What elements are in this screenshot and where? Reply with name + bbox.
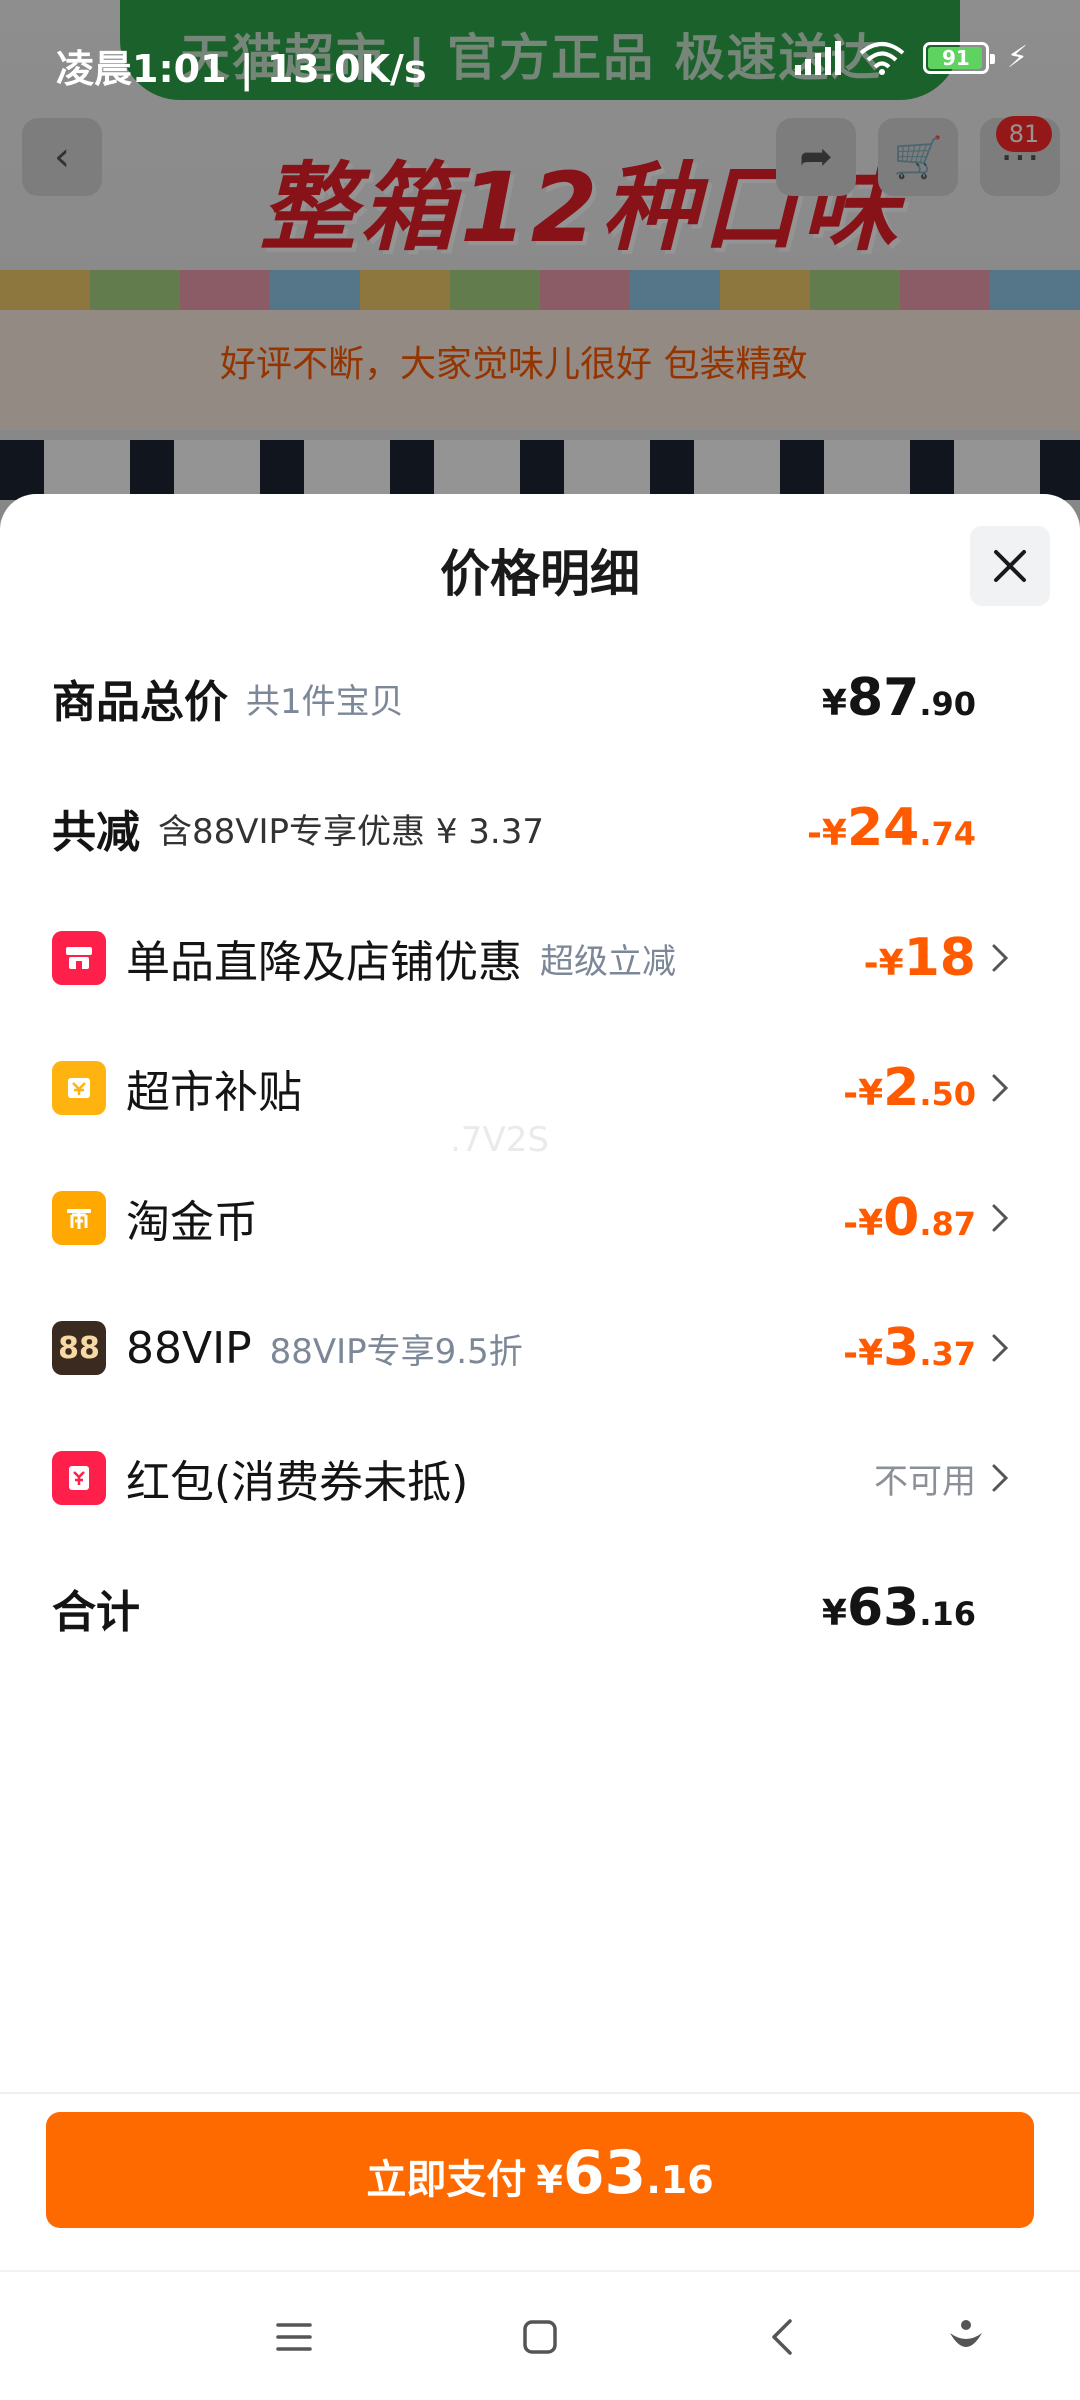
row-amount: -¥ 3.37 (843, 1318, 976, 1378)
row-sub: 88VIP专享9.5折 (269, 1331, 523, 1372)
row-label: 合计 (52, 1587, 140, 1638)
row-goods-total: 商品总价 共1件宝贝 ¥87.90 (52, 658, 1012, 738)
row-amount: ¥63.16 (822, 1578, 976, 1638)
amount-symbol: -¥ (863, 943, 904, 984)
chevron-right-icon (988, 1328, 1012, 1368)
status-bar: 凌晨1:01 | 13.0K/s 91 ⚡ (0, 0, 1080, 100)
row-label: 红包(消费券未抵) (126, 1457, 469, 1508)
shop-icon (52, 931, 106, 985)
row-shop-discount[interactable]: 单品直降及店铺优惠 超级立减 -¥ 18 (52, 918, 1012, 998)
amount-integer: 87 (846, 668, 920, 728)
watermark-text: .7V2S (450, 1120, 549, 1160)
amount-decimal: .74 (919, 815, 976, 853)
amount-symbol: -¥ (843, 1203, 884, 1244)
amount-integer: 24 (846, 798, 920, 858)
amount-symbol: ¥ (821, 1593, 847, 1634)
amount-integer: 18 (903, 928, 976, 988)
status-time: 凌晨1:01 | 13.0K/s (56, 47, 427, 91)
pay-amount-integer: 63 (562, 2138, 647, 2208)
charging-icon: ⚡ (1006, 40, 1028, 75)
home-icon[interactable] (500, 2302, 580, 2372)
subsidy-icon (52, 1061, 106, 1115)
row-label: 淘金币 (126, 1197, 258, 1248)
row-red-packet[interactable]: 红包(消费券未抵) 不可用 (52, 1438, 1012, 1518)
assistant-icon[interactable] (926, 2302, 1006, 2372)
row-grand-total: 合计 ¥63.16 (52, 1568, 1012, 1648)
row-sub: 含88VIP专享优惠 ¥ 3.37 (158, 811, 545, 852)
amount-integer: 0 (883, 1188, 920, 1248)
pay-amount-symbol: ¥ (536, 2158, 563, 2202)
amount-decimal: .87 (919, 1205, 976, 1243)
row-label: 88VIP (126, 1322, 252, 1374)
amount-decimal: .50 (919, 1075, 976, 1113)
pay-now-button[interactable]: 立即支付 ¥ 63 .16 (46, 2112, 1034, 2228)
close-icon (994, 550, 1026, 582)
system-nav-bar (0, 2270, 1080, 2400)
pay-amount-decimal: .16 (646, 2158, 714, 2202)
signal-icon (794, 40, 841, 75)
wifi-icon (859, 41, 905, 75)
row-status: 不可用 (874, 1461, 976, 1502)
amount-symbol: -¥ (843, 1073, 884, 1114)
close-button[interactable] (970, 526, 1050, 606)
chevron-right-icon (988, 1198, 1012, 1238)
row-label: 共减 (52, 807, 140, 858)
menu-icon[interactable] (254, 2302, 334, 2372)
amount-integer: 63 (846, 1578, 920, 1638)
battery-icon: 91 (922, 41, 995, 74)
row-total-discount: 共减 含88VIP专享优惠 ¥ 3.37 -¥ 24.74 (52, 788, 1012, 868)
row-88vip[interactable]: 88 88VIP 88VIP专享9.5折 -¥ 3.37 (52, 1308, 1012, 1388)
back-nav-icon[interactable] (744, 2302, 824, 2372)
row-amount: ¥87.90 (822, 668, 976, 728)
vip-88-icon: 88 (52, 1321, 106, 1375)
row-taobao-coin[interactable]: 淘金币 -¥ 0.87 (52, 1178, 1012, 1258)
red-packet-icon (52, 1451, 106, 1505)
amount-decimal: .16 (919, 1595, 976, 1633)
coin-icon (52, 1191, 106, 1245)
chevron-right-icon (988, 1068, 1012, 1108)
sheet-title: 价格明细 (440, 545, 640, 603)
row-amount: -¥ 18 (864, 928, 976, 988)
footer-divider (0, 2092, 1080, 2094)
chevron-right-icon (988, 938, 1012, 978)
amount-decimal: .37 (919, 1335, 976, 1373)
amount-integer: 3 (883, 1318, 920, 1378)
row-label: 商品总价 (52, 677, 228, 728)
pay-label: 立即支付 (366, 2157, 527, 2203)
row-amount: -¥ 0.87 (843, 1188, 976, 1248)
row-sub: 超级立减 (540, 941, 676, 982)
amount-decimal: .90 (919, 685, 976, 723)
amount-integer: 2 (883, 1058, 920, 1118)
row-label: 单品直降及店铺优惠 (126, 937, 522, 988)
row-amount: -¥ 2.50 (843, 1058, 976, 1118)
status-icons: 91 ⚡ (794, 40, 1028, 75)
amount-symbol: -¥ (806, 813, 847, 854)
amount-symbol: ¥ (821, 683, 847, 724)
row-supermarket-subsidy[interactable]: 超市补贴 -¥ 2.50 (52, 1048, 1012, 1128)
row-label: 超市补贴 (126, 1067, 302, 1118)
amount-symbol: -¥ (843, 1333, 884, 1374)
battery-level: 91 (942, 45, 970, 70)
row-sub: 共1件宝贝 (246, 681, 404, 722)
chevron-right-icon (988, 1458, 1012, 1498)
row-amount: -¥ 24.74 (807, 798, 976, 858)
